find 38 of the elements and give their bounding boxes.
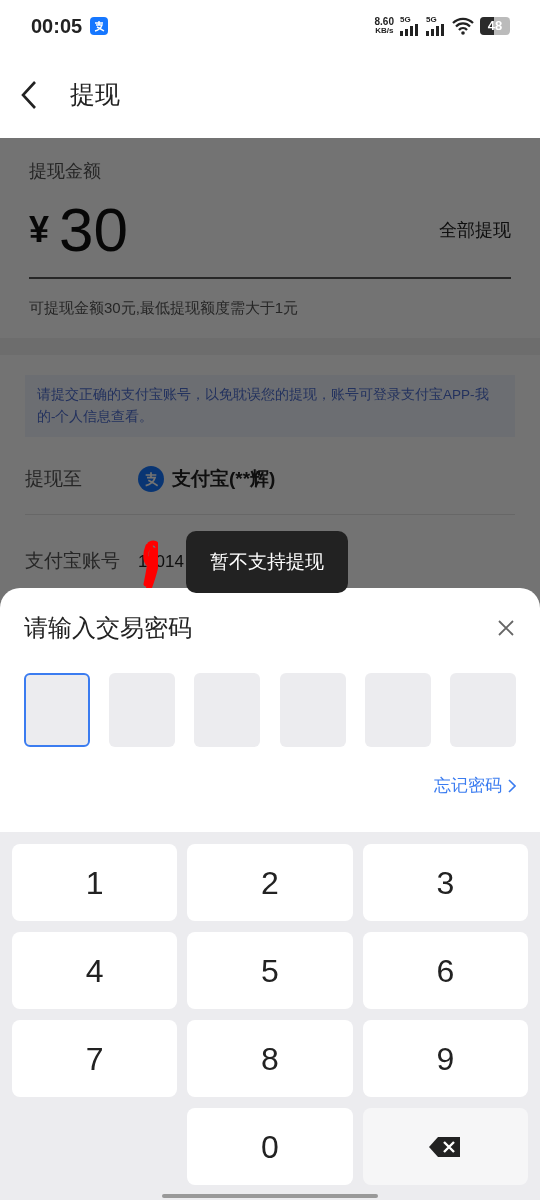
digit-box[interactable] xyxy=(24,673,90,747)
withdraw-all-link[interactable]: 全部提现 xyxy=(439,216,511,244)
alipay-icon xyxy=(138,466,164,492)
amount-value: 30 xyxy=(59,197,128,263)
method-value: 支付宝(**辉) xyxy=(172,466,276,491)
sheet-title: 请输入交易密码 xyxy=(24,613,192,643)
key-button[interactable]: 7 xyxy=(12,1020,178,1097)
network-speed: 8.60 xyxy=(374,17,394,26)
key-button[interactable]: 9 xyxy=(362,1020,528,1097)
signal-icon xyxy=(426,24,446,36)
notice-text: 请提交正确的支付宝账号，以免耽误您的提现，账号可登录支付宝APP-我的-个人信息查看。 xyxy=(25,374,515,437)
currency-symbol: ¥ xyxy=(29,208,50,252)
field-label: 提现至 xyxy=(25,466,83,491)
field-label: 支付宝账号 xyxy=(25,549,121,574)
key-button[interactable]: 4 xyxy=(12,932,178,1009)
close-icon[interactable] xyxy=(496,618,516,638)
amount-hint: 可提现金额30元,最低提现额度需大于1元 xyxy=(29,298,300,318)
speed-unit: KB/s xyxy=(375,26,394,35)
app-notification-icon xyxy=(90,17,109,35)
clock: 00:05 xyxy=(31,14,83,39)
key-button[interactable]: 1 xyxy=(12,844,178,921)
wifi-icon xyxy=(452,17,474,35)
backspace-icon xyxy=(428,1135,463,1158)
toast-message: 暂不支持提现 xyxy=(186,531,348,593)
key-button[interactable]: 2 xyxy=(187,844,353,921)
backspace-button[interactable] xyxy=(362,1108,528,1185)
forgot-password-link[interactable]: 忘记密码 xyxy=(434,773,516,799)
key-button[interactable]: 8 xyxy=(187,1020,353,1097)
network-type: 5G xyxy=(400,16,411,24)
page-title: 提现 xyxy=(70,79,120,111)
chevron-icon xyxy=(508,778,516,793)
amount-label: 提现金额 xyxy=(29,160,102,183)
key-button[interactable]: 6 xyxy=(362,932,528,1009)
network-type: 5G xyxy=(426,16,437,24)
key-button[interactable]: 0 xyxy=(187,1108,353,1185)
key-button[interactable]: 5 xyxy=(187,932,353,1009)
key-button[interactable]: 3 xyxy=(362,844,528,921)
signal-icon xyxy=(400,24,420,36)
